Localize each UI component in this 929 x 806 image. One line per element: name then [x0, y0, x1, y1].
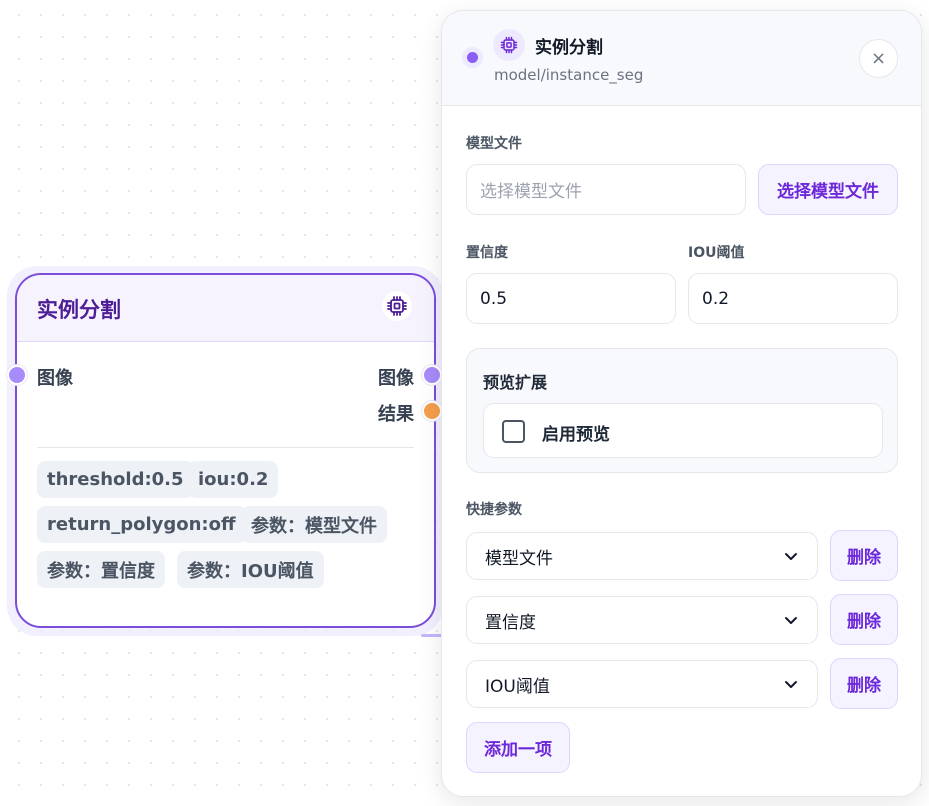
param-tag-iou-threshold: 参数：IOU阈值	[177, 551, 324, 588]
delete-quick-param-2-button[interactable]: 删除	[830, 594, 898, 645]
panel-subtitle: model/instance_seg	[494, 66, 644, 84]
param-tag-return-polygon: return_polygon:off	[37, 506, 246, 543]
param-tag-model-file: 参数：模型文件	[241, 506, 387, 543]
iou-threshold-input[interactable]: 0.2	[688, 273, 898, 324]
input-port-label-image: 图像	[37, 368, 73, 389]
output-port-label-image: 图像	[378, 368, 414, 389]
cpu-chip-icon	[493, 29, 525, 61]
delete-quick-param-1-button[interactable]: 删除	[830, 530, 898, 581]
enable-preview-checkbox[interactable]	[502, 420, 525, 443]
output-port-image[interactable]	[422, 365, 442, 385]
output-port-result[interactable]	[422, 401, 442, 421]
model-file-placeholder: 选择模型文件	[480, 182, 582, 202]
input-port-image[interactable]	[7, 365, 27, 385]
preview-extension-title: 预览扩展	[483, 373, 548, 392]
quick-param-select-2[interactable]: 置信度	[466, 596, 818, 644]
delete-quick-param-3-button[interactable]: 删除	[830, 658, 898, 709]
chevron-down-icon	[785, 553, 797, 560]
chevron-down-icon	[785, 617, 797, 624]
instance-seg-node[interactable]: 实例分割 图像 图像 结果 threshold:0.5 iou:0.2 retu…	[15, 273, 436, 628]
model-file-input[interactable]: 选择模型文件	[466, 164, 746, 215]
iou-threshold-value: 0.2	[702, 288, 730, 309]
enable-preview-row[interactable]: 启用预览	[483, 403, 883, 458]
quick-param-value-2: 置信度	[485, 612, 536, 633]
chevron-down-icon	[785, 681, 797, 688]
node-inspector-panel: 实例分割 model/instance_seg × 模型文件 选择模型文件 选择…	[441, 10, 922, 797]
param-tag-confidence: 参数：置信度	[37, 551, 165, 588]
edge-stub	[421, 634, 443, 637]
panel-title: 实例分割	[535, 38, 603, 58]
quick-param-value-1: 模型文件	[485, 548, 553, 569]
choose-model-file-button[interactable]: 选择模型文件	[758, 164, 898, 215]
preview-extension-section: 预览扩展 启用预览	[466, 348, 898, 473]
node-header[interactable]: 实例分割	[17, 275, 434, 342]
panel-header: 实例分割 model/instance_seg ×	[442, 11, 921, 106]
confidence-value: 0.5	[480, 288, 508, 309]
enable-preview-label: 启用预览	[542, 425, 610, 445]
status-dot-icon	[462, 47, 483, 68]
confidence-input[interactable]: 0.5	[466, 273, 676, 324]
confidence-label: 置信度	[466, 245, 508, 261]
iou-threshold-label: IOU阈值	[688, 245, 745, 261]
node-divider	[37, 447, 414, 448]
close-icon: ×	[870, 48, 887, 69]
quick-param-value-3: IOU阈值	[485, 676, 550, 697]
node-title: 实例分割	[37, 298, 121, 322]
close-button[interactable]: ×	[859, 39, 898, 78]
add-item-button[interactable]: 添加一项	[466, 722, 570, 773]
quick-params-label: 快捷参数	[466, 502, 522, 518]
model-file-label: 模型文件	[466, 136, 522, 152]
param-tag-iou: iou:0.2	[188, 461, 279, 498]
cpu-chip-icon	[382, 291, 412, 321]
quick-param-select-3[interactable]: IOU阈值	[466, 660, 818, 708]
param-tag-threshold: threshold:0.5	[37, 461, 194, 498]
output-port-label-result: 结果	[378, 404, 414, 425]
quick-param-select-1[interactable]: 模型文件	[466, 532, 818, 580]
